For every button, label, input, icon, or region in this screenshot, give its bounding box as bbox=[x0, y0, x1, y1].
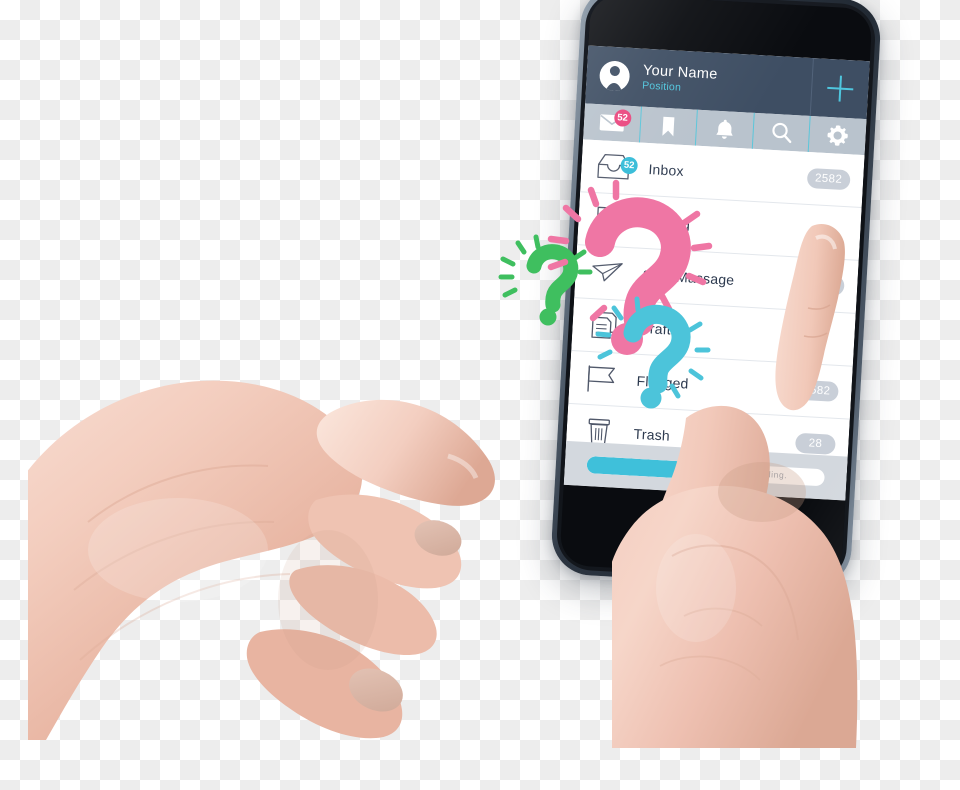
mail-row-label: Flagged bbox=[636, 372, 690, 392]
mail-row-count: 2582 bbox=[806, 167, 851, 191]
toolbar-notifications-button[interactable] bbox=[696, 109, 755, 149]
paper-plane-icon bbox=[586, 259, 629, 287]
flag-icon bbox=[580, 363, 624, 395]
avatar bbox=[598, 60, 631, 92]
mail-row-count: 2582 bbox=[794, 379, 839, 402]
smartphone: Your Name Position 52 52 Inbox 2582 Writ… bbox=[549, 0, 883, 590]
phone-glass: Your Name Position 52 52 Inbox 2582 Writ… bbox=[559, 0, 873, 581]
middle-finger bbox=[308, 494, 462, 589]
documents-icon bbox=[583, 310, 627, 342]
bell-icon bbox=[716, 119, 733, 139]
mail-row-count: 28 bbox=[794, 432, 836, 455]
toolbar-search-button[interactable] bbox=[752, 112, 812, 152]
app-screen: Your Name Position 52 52 Inbox 2582 Writ… bbox=[563, 45, 870, 501]
little-finger bbox=[246, 629, 403, 739]
mail-badge: 52 bbox=[613, 109, 632, 127]
inbox-badge: 52 bbox=[620, 156, 639, 175]
bookmark-icon bbox=[662, 116, 675, 136]
mail-row-label: Writing bbox=[645, 213, 691, 233]
left-hand-pointing bbox=[28, 380, 495, 740]
hand-back bbox=[28, 380, 363, 740]
mail-row-label: Inbox bbox=[648, 161, 685, 180]
add-button[interactable] bbox=[809, 58, 870, 120]
toolbar-bookmark-button[interactable] bbox=[639, 106, 699, 146]
mail-list: 52 Inbox 2582 Writing Sent Massage 34 Dr… bbox=[565, 139, 865, 473]
toolbar-mail-button[interactable]: 52 bbox=[583, 103, 642, 143]
pencil-paper-icon bbox=[589, 204, 633, 236]
plus-icon bbox=[827, 75, 854, 102]
profile-text-block: Your Name Position bbox=[642, 62, 812, 102]
ring-finger bbox=[289, 565, 437, 656]
mail-row-label: Drafts bbox=[639, 319, 679, 338]
gear-icon bbox=[827, 125, 848, 146]
search-icon bbox=[771, 122, 791, 144]
inbox-tray-icon: 52 bbox=[592, 152, 639, 182]
index-finger bbox=[316, 399, 495, 506]
mail-row-label: Sent Massage bbox=[642, 266, 735, 288]
mail-row-count: 34 bbox=[803, 273, 845, 297]
toolbar-settings-button[interactable] bbox=[809, 116, 867, 155]
scene-stage: Your Name Position 52 52 Inbox 2582 Writ… bbox=[0, 0, 960, 790]
thumbnail bbox=[349, 668, 403, 712]
fingernail bbox=[414, 520, 462, 556]
download-progress-bar[interactable]: Downloading. bbox=[586, 455, 826, 486]
